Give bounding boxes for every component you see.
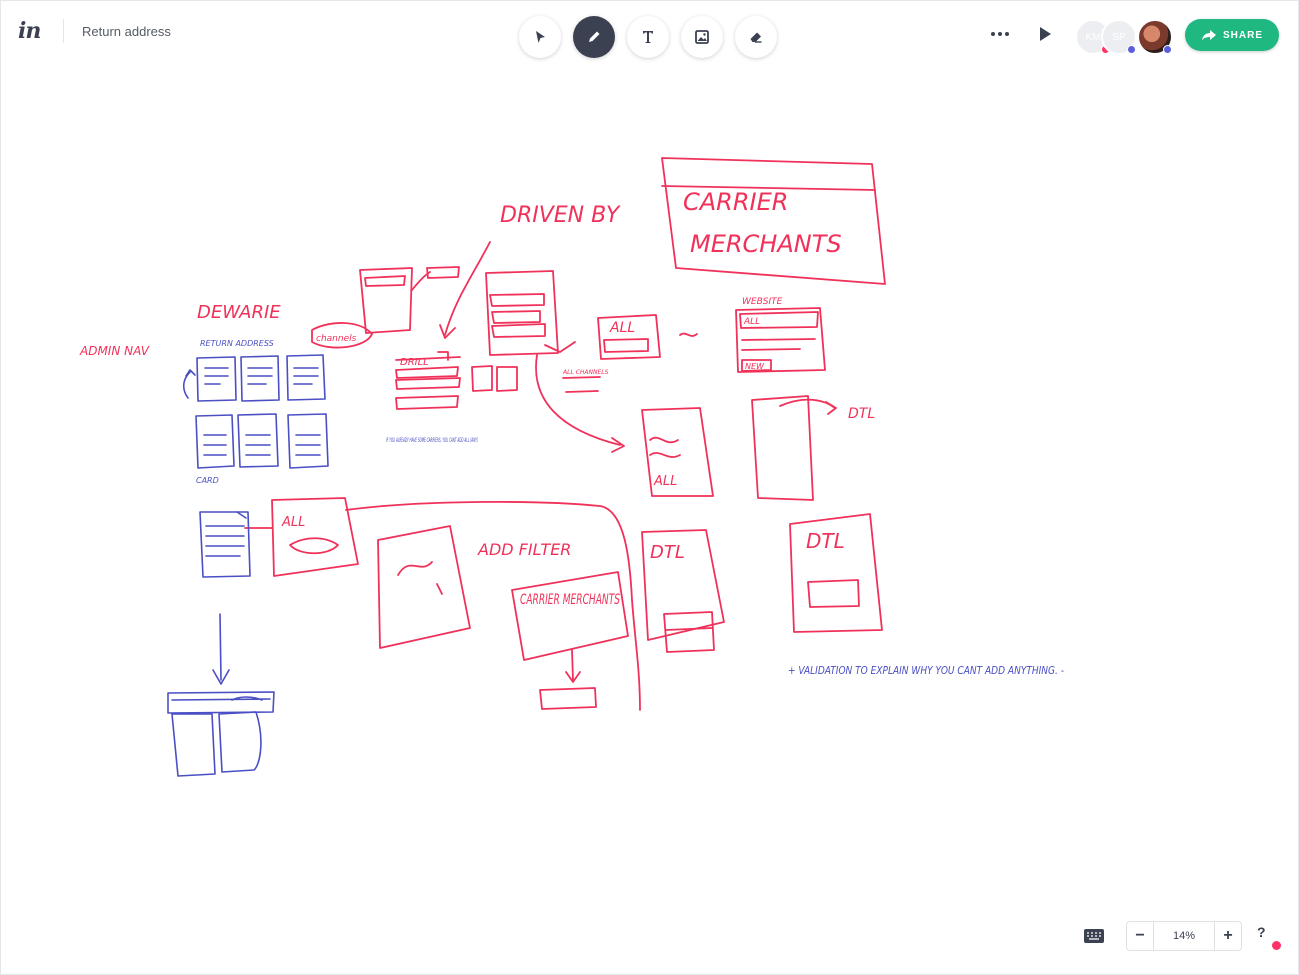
avatar[interactable]: SP [1101,19,1137,55]
document-title[interactable]: Return address [82,24,171,39]
presence-dot [1163,45,1172,54]
keyboard-icon [1084,929,1104,943]
app-frame [0,0,1299,975]
select-tool-button[interactable] [519,16,561,58]
cursor-icon [536,31,545,43]
pen-icon [589,31,600,42]
text-icon [643,31,653,43]
zoom-out-button[interactable]: − [1127,927,1153,945]
presence-dot [1127,45,1136,54]
share-label: SHARE [1222,29,1263,41]
zoom-level[interactable]: 14% [1153,922,1215,950]
eraser-tool-button[interactable] [735,16,777,58]
header-divider [63,19,64,43]
image-tool-button[interactable] [681,16,723,58]
more-dots-icon [991,32,995,36]
play-icon [1040,27,1051,41]
share-arrow-icon [1201,30,1216,41]
avatar-initials: SP [1112,31,1126,43]
present-button[interactable] [1038,26,1052,47]
share-button[interactable]: SHARE [1185,19,1279,51]
help-notification-dot [1272,941,1281,950]
avatar-photo[interactable] [1137,19,1173,55]
image-icon [695,30,709,44]
text-tool-button[interactable] [627,16,669,58]
more-options-button[interactable] [988,26,1012,42]
pen-tool-button[interactable] [573,16,615,58]
eraser-icon [750,32,762,43]
help-button[interactable]: ? [1257,924,1266,940]
keyboard-shortcuts-button[interactable] [1083,928,1105,949]
zoom-control: − 14% + [1126,921,1242,951]
invision-logo[interactable]: in [18,18,41,44]
avatar-initials: KM [1085,31,1101,43]
drawing-toolbar [519,16,777,58]
zoom-in-button[interactable]: + [1215,927,1241,945]
